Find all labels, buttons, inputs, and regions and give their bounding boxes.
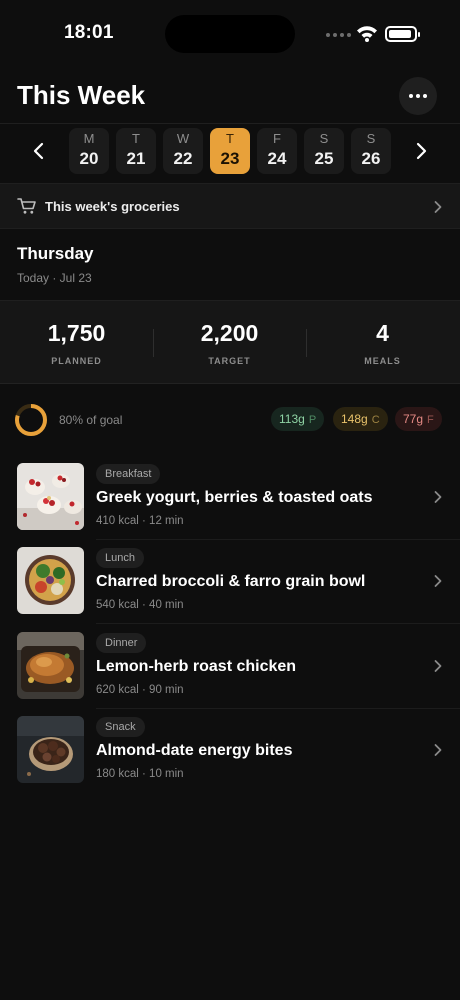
stat-label: TARGET [208, 356, 251, 366]
stat-value: 1,750 [47, 320, 106, 346]
list-divider [96, 623, 460, 624]
chevron-right-icon [434, 660, 442, 672]
calorie-stats: 1,750 PLANNED 2,200 TARGET 4 MEALS [0, 300, 460, 384]
stat-value: 4 [376, 320, 389, 346]
page-title: This Week [17, 80, 146, 110]
meal-tag: Snack [96, 717, 145, 737]
meal-tag: Lunch [96, 548, 144, 568]
meal-item-breakfast[interactable]: Breakfast Greek yogurt, berries & toaste… [0, 463, 460, 547]
macro-value: 148g [341, 412, 368, 426]
day-pill[interactable]: S 25 [304, 128, 344, 174]
meal-name: Almond-date energy bites [96, 742, 293, 759]
day-number: 25 [314, 149, 334, 168]
meal-name: Charred broccoli & farro grain bowl [96, 573, 366, 590]
stat-label: MEALS [364, 356, 401, 366]
day-number: 22 [173, 149, 193, 168]
chevron-right-icon [434, 744, 442, 756]
day-pill[interactable]: W 22 [163, 128, 203, 174]
day-number: 24 [267, 149, 287, 168]
meal-meta: 180 kcal · 10 min [96, 768, 184, 780]
day-number: 26 [361, 149, 381, 168]
chevron-right-icon [434, 201, 442, 213]
macro-letter: P [308, 414, 317, 426]
list-divider [96, 708, 460, 709]
day-pill[interactable]: F 24 [257, 128, 297, 174]
stat-value: 2,200 [200, 320, 259, 346]
groceries-label: This week's groceries [45, 199, 180, 214]
day-of-week: T [132, 131, 140, 146]
stat-label: PLANNED [51, 356, 102, 366]
meal-item-dinner[interactable]: Dinner Lemon-herb roast chicken 620 kcal… [0, 632, 460, 716]
meal-item-snack[interactable]: Snack Almond-date energy bites 180 kcal … [0, 716, 460, 800]
chevron-right-icon [434, 575, 442, 587]
day-pill[interactable]: T 21 [116, 128, 156, 174]
meal-item-lunch[interactable]: Lunch Charred broccoli & farro grain bow… [0, 547, 460, 631]
week-strip: M 20 T 21 W 22 T 23 F 24 S 25 S 26 [0, 127, 460, 177]
dinner-photo [17, 632, 84, 699]
fat-badge: 77g F [395, 407, 442, 431]
ellipsis-icon [409, 94, 413, 98]
day-number: 20 [79, 149, 99, 168]
day-of-week: T [226, 131, 234, 146]
meal-name: Greek yogurt, berries & toasted oats [96, 489, 373, 506]
snack-photo [17, 716, 84, 783]
meal-name: Lemon-herb roast chicken [96, 658, 297, 675]
stat-meals: 4 MEALS [306, 301, 459, 385]
meal-meta: 620 kcal · 90 min [96, 684, 184, 696]
macro-letter: C [371, 414, 380, 426]
meal-tag: Breakfast [96, 464, 161, 484]
header-divider [0, 123, 460, 124]
list-divider [96, 539, 460, 540]
day-number: 23 [220, 149, 240, 168]
day-pill[interactable]: S 26 [351, 128, 391, 174]
day-of-week: M [83, 131, 95, 146]
status-bar: 18:01 [0, 0, 460, 70]
day-pill[interactable]: M 20 [69, 128, 109, 174]
goal-progress-ring [15, 404, 47, 436]
day-of-week: W [176, 131, 190, 146]
dynamic-island [165, 15, 295, 53]
day-pill-selected[interactable]: T 23 [210, 128, 250, 174]
cart-icon [17, 198, 36, 214]
goal-text: 80% of goal [59, 413, 123, 427]
breakfast-photo [17, 463, 84, 530]
chevron-right-icon [434, 491, 442, 503]
carbs-badge: 148g C [333, 407, 388, 431]
day-number: 21 [126, 149, 146, 168]
protein-badge: 113g P [271, 407, 325, 431]
meal-tag: Dinner [96, 633, 147, 653]
day-title: Thursday [17, 244, 94, 263]
cellular-signal-icon [326, 33, 351, 37]
wifi-icon [357, 26, 377, 42]
macro-value: 113g [279, 412, 305, 426]
groceries-row[interactable]: This week's groceries [0, 183, 460, 229]
day-of-week: S [366, 131, 376, 146]
stat-planned: 1,750 PLANNED [0, 301, 153, 385]
more-options-button[interactable] [399, 77, 437, 115]
status-time: 18:01 [64, 22, 114, 43]
lunch-photo [17, 547, 84, 614]
macro-letter: F [427, 414, 434, 426]
macro-value: 77g [403, 412, 424, 426]
previous-week-chevron-icon[interactable] [29, 139, 49, 163]
meal-meta: 540 kcal · 40 min [96, 599, 184, 611]
day-of-week: S [319, 131, 329, 146]
day-of-week: F [273, 131, 281, 146]
meal-meta: 410 kcal · 12 min [96, 515, 184, 527]
day-subtitle: Today · Jul 23 [17, 271, 92, 285]
battery-icon [385, 26, 420, 42]
stat-target: 2,200 TARGET [153, 301, 306, 385]
next-week-chevron-icon[interactable] [411, 139, 431, 163]
